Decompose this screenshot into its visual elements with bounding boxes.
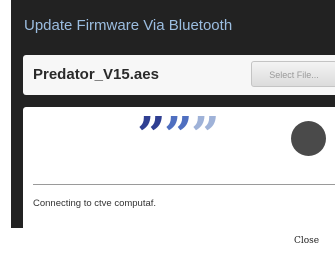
status-indicator-icon <box>291 121 326 156</box>
spinner-glyph-icon: ” <box>137 105 166 164</box>
firmware-update-dialog: Update Firmware Via Bluetooth Predator_V… <box>11 0 335 228</box>
divider <box>33 184 335 185</box>
close-button[interactable]: Close <box>294 236 319 246</box>
connection-status-text: Connecting to ctve computaf. <box>33 198 157 209</box>
spinner-glyph-icon: ” <box>191 105 220 164</box>
progress-panel: ” ” ” Connecting to ctve computaf. <box>23 107 335 228</box>
dialog-title: Update Firmware Via Bluetooth <box>24 17 233 34</box>
selected-file-name: Predator_V15.aes <box>33 66 159 83</box>
spinner-glyph-icon: ” <box>164 105 193 164</box>
file-selection-row: Predator_V15.aes Select File... <box>23 55 335 95</box>
select-file-button[interactable]: Select File... <box>251 61 335 87</box>
